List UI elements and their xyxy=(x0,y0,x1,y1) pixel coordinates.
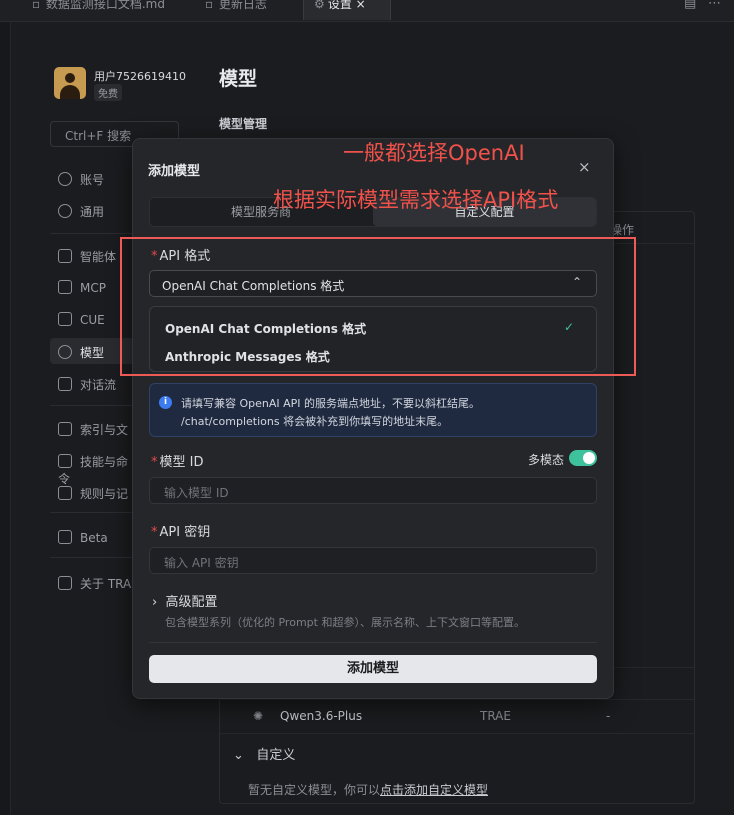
multimodal-label: 多模态 xyxy=(528,453,565,467)
sidebar-item-label: 索引与文 xyxy=(80,423,129,437)
more-icon[interactable]: ⋯ xyxy=(708,0,721,11)
custom-empty-text: 暂无自定义模型，你可以点击添加自定义模型 xyxy=(248,781,488,798)
tab-label: 数据监测接口文档.md xyxy=(45,0,165,11)
tab-close-icon[interactable]: × xyxy=(356,0,366,11)
advanced-config-toggle[interactable]: › 高级配置 xyxy=(152,591,217,610)
wrench-icon xyxy=(58,280,72,294)
page-title: 模型 xyxy=(219,68,258,90)
empty-prefix: 暂无自定义模型，你可以 xyxy=(248,783,381,797)
multimodal-toggle[interactable] xyxy=(569,450,597,466)
chat-icon xyxy=(58,377,72,391)
sidebar-item-label: CUE xyxy=(80,313,105,327)
sidebar-item-account[interactable]: 账号 xyxy=(50,165,140,191)
tab-api-doc[interactable]: ▫ 数据监测接口文档.md xyxy=(22,0,192,20)
sidebar-item-label: 模型 xyxy=(80,346,105,360)
sidebar-item-rules[interactable]: 规则与记 xyxy=(50,479,140,505)
sidebar-item-label: 账号 xyxy=(80,173,105,187)
globe-icon xyxy=(58,345,72,359)
sidebar-item-beta[interactable]: Beta xyxy=(50,524,140,550)
required-mark: * xyxy=(151,455,158,470)
label-text: API 密钥 xyxy=(159,525,211,540)
tab-settings[interactable]: ⚙ 设置 × xyxy=(303,0,391,20)
avatar[interactable] xyxy=(54,67,86,99)
section-title: 模型管理 xyxy=(219,117,268,131)
sidebar-item-label: 智能体 xyxy=(80,250,117,264)
divider xyxy=(50,405,135,406)
api-key-label: * API 密钥 xyxy=(151,521,210,540)
model-actions: - xyxy=(606,709,611,723)
cue-icon xyxy=(58,312,72,326)
chevron-right-icon: › xyxy=(152,595,158,610)
layout-icon[interactable]: ▤ xyxy=(684,0,696,11)
info-line-2: /chat/completions 将会被补充到你填写的地址末尾。 xyxy=(181,415,449,428)
file-icon: ▫ xyxy=(32,0,41,11)
sidebar-item-label: 通用 xyxy=(80,205,105,219)
user-icon xyxy=(58,172,72,186)
sidebar-item-label: 关于 TRA xyxy=(80,577,132,591)
model-logo-icon: ✺ xyxy=(253,709,264,723)
chevron-down-icon: ⌄ xyxy=(233,748,244,763)
row-divider xyxy=(220,733,694,734)
file-icon: ▫ xyxy=(205,0,214,11)
model-id-label: * 模型 ID xyxy=(151,451,203,470)
label-text: 模型 ID xyxy=(159,455,204,470)
gear-icon xyxy=(58,204,72,218)
sidebar-item-label: MCP xyxy=(80,281,106,295)
sidebar-item-general[interactable]: 通用 xyxy=(50,197,140,223)
book-icon xyxy=(58,486,72,500)
custom-models-header[interactable]: ⌄ 自定义 xyxy=(233,744,295,763)
sidebar-item-label: 对话流 xyxy=(80,378,117,392)
row-divider xyxy=(220,699,694,700)
editor-tab-bar: ▫ 数据监测接口文档.md ▫ 更新日志 ⚙ 设置 × ▤ ⋯ xyxy=(0,0,734,22)
info-line-1: 请填写兼容 OpenAI API 的服务端点地址，不要以斜杠结尾。 xyxy=(181,397,481,410)
info-icon: i xyxy=(159,396,172,409)
close-icon[interactable]: × xyxy=(578,158,591,176)
divider xyxy=(50,512,135,513)
divider xyxy=(50,557,135,558)
agent-icon xyxy=(58,249,72,263)
annotation-text-1: 一般都选择OpenAI xyxy=(343,141,525,165)
model-id-input[interactable]: 输入模型 ID xyxy=(149,477,597,504)
dialog-title: 添加模型 xyxy=(148,164,201,179)
tab-changelog[interactable]: ▫ 更新日志 xyxy=(195,0,301,20)
sidebar-item-about[interactable]: 关于 TRA xyxy=(50,569,140,595)
gear-icon: ⚙ xyxy=(314,0,325,11)
api-key-input[interactable]: 输入 API 密钥 xyxy=(149,547,597,574)
required-mark: * xyxy=(151,525,158,540)
flask-icon xyxy=(58,530,72,544)
advanced-label: 高级配置 xyxy=(165,595,218,610)
command-icon xyxy=(58,454,72,468)
plan-badge: 免费 xyxy=(94,84,122,101)
tab-label: 更新日志 xyxy=(218,0,267,11)
add-custom-model-link[interactable]: 点击添加自定义模型 xyxy=(380,783,488,797)
add-model-button[interactable]: 添加模型 xyxy=(149,655,597,683)
divider xyxy=(149,642,597,643)
tab-label: 设置 xyxy=(327,0,352,11)
custom-header-label: 自定义 xyxy=(256,748,296,763)
username: 用户7526619410 xyxy=(94,70,186,83)
annotation-highlight-box xyxy=(120,237,636,376)
sidebar-item-index[interactable]: 索引与文 xyxy=(50,415,140,441)
sidebar-item-label: 规则与记 xyxy=(80,487,129,501)
folder-icon xyxy=(58,422,72,436)
model-provider: TRAE xyxy=(480,709,511,723)
advanced-description: 包含模型系列（优化的 Prompt 和超参）、展示名称、上下文窗口等配置。 xyxy=(165,616,525,629)
annotation-text-2: 根据实际模型需求选择API格式 xyxy=(273,188,559,212)
info-icon xyxy=(58,576,72,590)
sidebar-item-skills[interactable]: 技能与命令 xyxy=(50,447,140,486)
sidebar-item-label: Beta xyxy=(80,531,108,545)
model-name: Qwen3.6-Plus xyxy=(280,709,363,723)
divider xyxy=(50,233,135,234)
